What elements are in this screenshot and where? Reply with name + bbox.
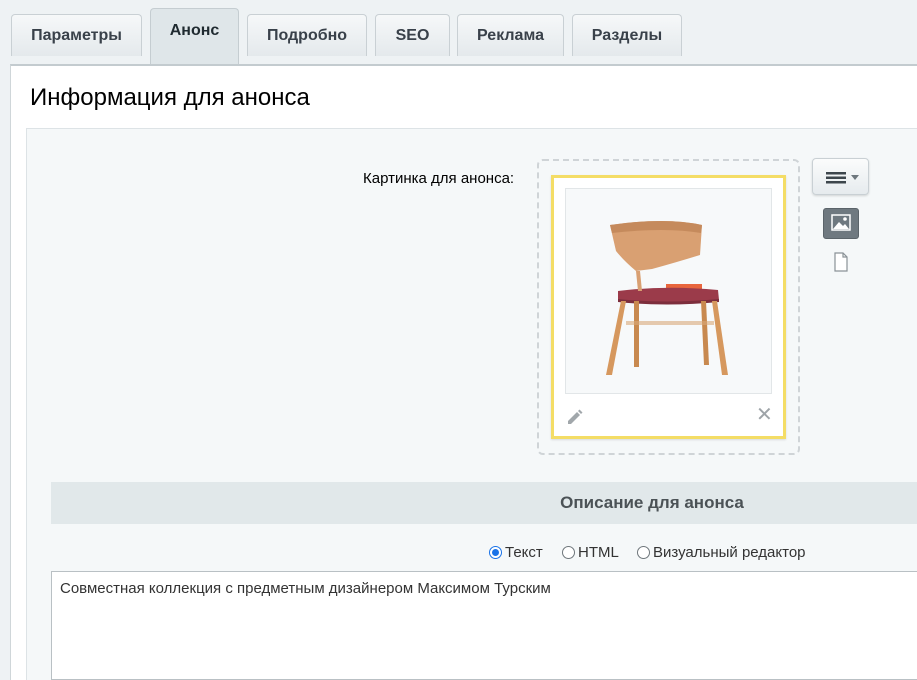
radio-html-input[interactable]	[562, 546, 575, 559]
radio-text[interactable]: Текст	[489, 544, 543, 561]
tab-details[interactable]: Подробно	[247, 14, 367, 56]
close-icon[interactable]: ✕	[756, 405, 773, 425]
section-title: Информация для анонса	[30, 84, 310, 111]
chair-photo	[566, 189, 771, 393]
tab-label: Реклама	[477, 26, 544, 44]
pencil-icon[interactable]	[565, 407, 583, 425]
radio-html[interactable]: HTML	[562, 544, 619, 561]
radio-text-input[interactable]	[489, 546, 502, 559]
tab-label: Анонс	[169, 22, 220, 39]
image-icon	[831, 214, 851, 231]
hamburger-menu-icon	[826, 172, 859, 184]
picture-menu-button[interactable]	[812, 158, 869, 195]
tab-seo[interactable]: SEO	[375, 14, 450, 56]
radio-visual-editor[interactable]: Визуальный редактор	[637, 544, 806, 561]
preview-picture-thumbnail[interactable]	[565, 188, 772, 394]
tab-label: Разделы	[591, 26, 663, 44]
description-textarea[interactable]: Совместная коллекция с предметным дизайн…	[51, 571, 917, 680]
radio-visual-editor-input[interactable]	[637, 546, 650, 559]
tab-advertising[interactable]: Реклама	[457, 14, 564, 56]
radio-html-label: HTML	[578, 544, 619, 561]
tab-announce[interactable]: Анонс	[150, 8, 239, 64]
tab-sections[interactable]: Разделы	[572, 14, 682, 56]
image-mode-button[interactable]	[823, 208, 859, 239]
tab-parameters[interactable]: Параметры	[11, 14, 142, 56]
radio-visual-editor-label: Визуальный редактор	[653, 544, 806, 561]
preview-picture-label: Картинка для анонса:	[363, 170, 515, 187]
tab-bar: Параметры Анонс Подробно SEO Реклама Раз…	[0, 0, 917, 64]
radio-text-label: Текст	[505, 544, 543, 561]
tab-label: SEO	[395, 26, 430, 44]
description-header-clip: Описание для анонса	[51, 482, 917, 524]
tab-label: Параметры	[31, 26, 122, 44]
description-title: Описание для анонса	[560, 493, 744, 512]
file-icon[interactable]	[832, 252, 850, 272]
tab-label: Подробно	[266, 26, 348, 44]
